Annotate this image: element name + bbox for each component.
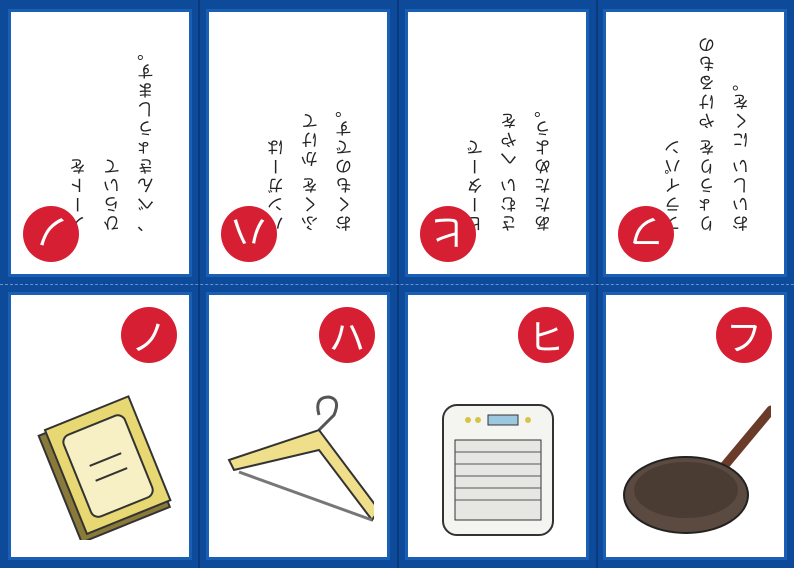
reading-card-ha: ハンガーは ふくを かけて おくものです。 ハ — [206, 9, 390, 277]
picture-card-ha: ハ — [206, 292, 390, 560]
notebook-icon — [37, 395, 172, 540]
cut-line — [0, 284, 794, 285]
verse-text: ノートを ひらいて 、べんきょうします。 — [70, 42, 158, 232]
reading-card-hi: ヒーターで さむい へやを あたためよう。 ヒ — [405, 9, 589, 277]
kana-badge: ハ — [221, 206, 277, 262]
picture-card-no: ノ — [8, 292, 192, 560]
frying-pan-icon — [623, 405, 771, 534]
picture-card-fu: フ — [603, 292, 787, 560]
kana-badge: フ — [716, 307, 772, 363]
hanger-icon — [227, 395, 374, 522]
reading-card-no: ノートを ひらいて 、べんきょうします。 ノ — [8, 9, 192, 277]
kana-badge: ノ — [23, 206, 79, 262]
verse-text: ヒーターで さむい へやを あたためよう。 — [467, 99, 555, 232]
kana-badge: ヒ — [420, 206, 476, 262]
verse-text: フライパン りょうりを やけるもの おいしい にくを。 — [665, 34, 753, 232]
kana-badge: ノ — [121, 307, 177, 363]
kana-badge: ハ — [319, 307, 375, 363]
picture-card-hi: ヒ — [405, 292, 589, 560]
heater-icon — [442, 404, 554, 536]
kana-badge: ヒ — [518, 307, 574, 363]
verse-text: ハンガーは ふくを かけて おくものです。 — [268, 99, 356, 232]
kana-badge: フ — [618, 206, 674, 262]
reading-card-fu: フライパン りょうりを やけるもの おいしい にくを。 フ — [603, 9, 787, 277]
